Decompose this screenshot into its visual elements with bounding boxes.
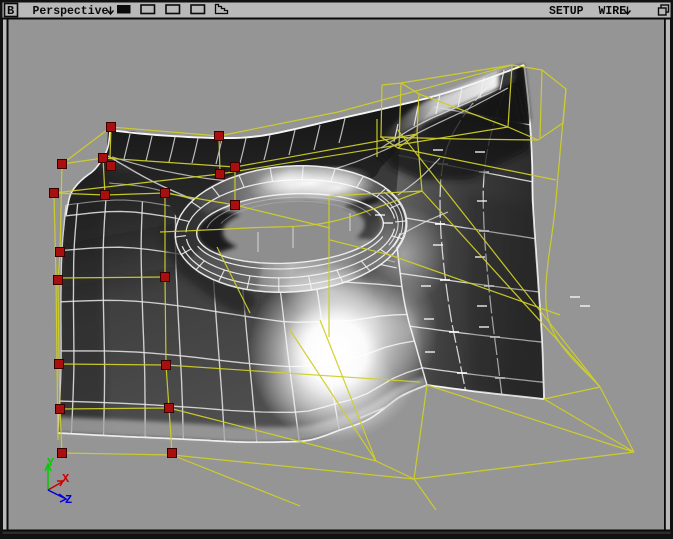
svg-text:WIRE: WIRE: [599, 5, 627, 18]
svg-text:X: X: [62, 472, 70, 486]
svg-text:Perspective: Perspective: [33, 5, 109, 18]
svg-text:Y: Y: [47, 456, 55, 470]
svg-text:SETUP: SETUP: [549, 5, 584, 18]
svg-text:Z: Z: [65, 493, 72, 507]
svg-text:B: B: [7, 4, 14, 18]
